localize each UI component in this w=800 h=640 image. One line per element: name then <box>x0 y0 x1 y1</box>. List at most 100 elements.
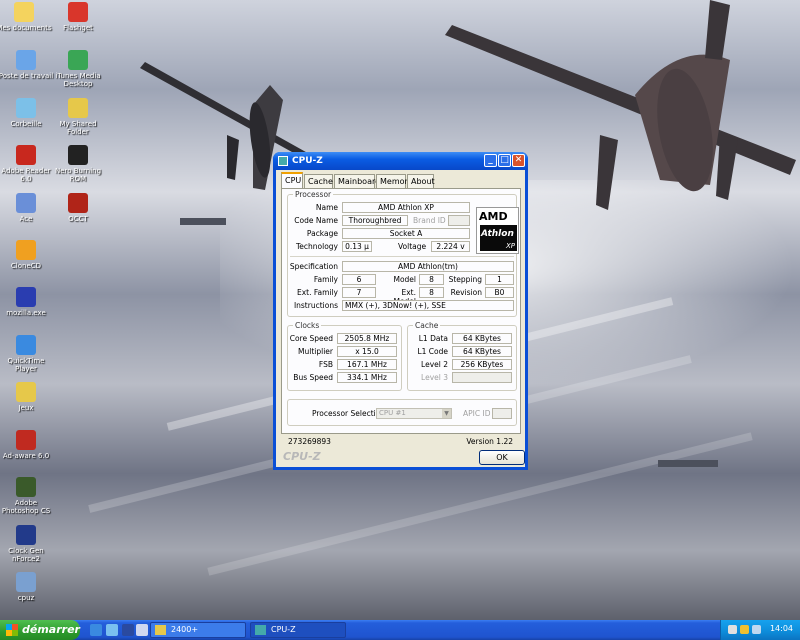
desktop-icon-flashget[interactable]: Flashget <box>48 2 108 32</box>
tab-mainboard[interactable]: Mainboard <box>334 174 380 188</box>
maximize-button[interactable]: □ <box>498 154 511 167</box>
desktop-icon-occt[interactable]: OCCT <box>48 193 108 223</box>
xp-logo-text: XP <box>505 242 515 250</box>
internet-explorer-icon[interactable] <box>90 624 102 636</box>
processor-selection-dropdown[interactable]: CPU #1 ▼ <box>376 408 452 419</box>
close-button[interactable]: ✕ <box>512 154 525 167</box>
multiplier-field: x 15.0 <box>337 346 397 357</box>
folder-icon <box>155 625 166 635</box>
cpuz-app-icon <box>278 156 288 166</box>
volume-icon[interactable] <box>752 625 761 634</box>
taskbar-button-2400[interactable]: 2400+ <box>150 622 246 638</box>
desktop-icon-label: Adobe Photoshop CS <box>1 499 51 515</box>
minimize-button[interactable]: _ <box>484 154 497 167</box>
desktop-icon-label: Flashget <box>63 24 93 32</box>
tray-icon[interactable] <box>728 625 737 634</box>
cache-group-label: Cache <box>413 321 441 330</box>
desktop-icon-label: Ace <box>19 215 33 223</box>
nero-icon <box>68 145 88 165</box>
desktop-icon-label: Jeux <box>18 404 34 412</box>
system-tray: 14:04 <box>720 620 800 640</box>
desktop-icon-quicktime[interactable]: QuickTime Player <box>0 335 56 373</box>
selection-group: Processor Selection CPU #1 ▼ APIC ID <box>287 399 517 426</box>
documents-folder-icon <box>14 2 34 22</box>
desktop-icon-clockgen[interactable]: Clock Gen nForce2 <box>0 525 56 563</box>
processor-group: Processor Name AMD Athlon XP Code Name T… <box>287 190 519 317</box>
ok-button[interactable]: OK <box>479 450 525 465</box>
revision-label: Revision <box>450 288 482 297</box>
voltage-field: 2.224 v <box>431 241 470 252</box>
corespeed-label: Core Speed <box>289 334 333 343</box>
revision-field: B0 <box>485 287 514 298</box>
stepping-field: 1 <box>485 274 514 285</box>
desktop-icon-label: Clock Gen nForce2 <box>8 547 44 563</box>
processor-selection-value: CPU #1 <box>379 409 406 417</box>
desktop-icon-clonecd[interactable]: CloneCD <box>0 240 56 270</box>
desktop-icon-ad-aware[interactable]: Ad-aware 6.0 <box>0 430 56 460</box>
shared-folder-icon <box>68 98 88 118</box>
ship-image <box>658 460 718 467</box>
clocks-group-label: Clocks <box>293 321 322 330</box>
clockgen-icon <box>16 525 36 545</box>
window-titlebar[interactable]: CPU-Z _ □ ✕ <box>273 152 528 170</box>
status-id: 273269893 <box>288 437 331 446</box>
desktop-icon-cpuz[interactable]: cpuz <box>0 572 56 602</box>
ace-icon <box>16 193 36 213</box>
taskbar-button-label: CPU-Z <box>271 625 296 634</box>
processor-selection-label: Processor Selection <box>312 409 386 418</box>
desktop-icon-label: Nero Burning ROM <box>54 167 102 183</box>
fsb-field: 167.1 MHz <box>337 359 397 370</box>
athlon-logo-text: Athlon <box>481 229 514 239</box>
desktop-icon-mozilla[interactable]: mozilla.exe <box>0 287 56 317</box>
clock: 14:04 <box>769 624 793 633</box>
specification-label: Specification <box>289 262 338 271</box>
technology-field: 0.13 µ <box>342 241 372 252</box>
tab-cpu[interactable]: CPU <box>281 172 303 188</box>
desktop-icon-itunes[interactable]: iTunes Media Desktop <box>48 50 108 88</box>
chevron-down-icon: ▼ <box>442 409 451 418</box>
ad-aware-icon <box>16 430 36 450</box>
tab-memory[interactable]: Memory <box>376 174 413 188</box>
desktop-icon-photoshop[interactable]: Adobe Photoshop CS <box>0 477 56 515</box>
codename-label: Code Name <box>294 216 338 225</box>
l1code-label: L1 Code <box>417 347 448 356</box>
show-desktop-icon[interactable] <box>106 624 118 636</box>
busspeed-field: 334.1 MHz <box>337 372 397 383</box>
folder-icon <box>16 382 36 402</box>
apicid-field <box>492 408 512 419</box>
tab-about[interactable]: About <box>407 174 435 188</box>
level2-field: 256 KBytes <box>452 359 512 370</box>
tray-icon[interactable] <box>740 625 749 634</box>
desktop-icon-nero[interactable]: Nero Burning ROM <box>48 145 108 183</box>
package-field: Socket A <box>342 228 470 239</box>
tab-cache[interactable]: Cache <box>304 174 333 188</box>
apicid-label: APIC ID <box>463 409 491 418</box>
cpuz-app-icon <box>255 625 266 635</box>
instructions-field: MMX (+), 3DNow! (+), SSE <box>342 300 514 311</box>
l1data-label: L1 Data <box>418 334 448 343</box>
family-label: Family <box>313 275 338 284</box>
cpu-tab-panel: Processor Name AMD Athlon XP Code Name T… <box>281 188 521 434</box>
desktop-icon-my-shared-folder[interactable]: My Shared Folder <box>48 98 108 136</box>
desktop-icon-jeux[interactable]: Jeux <box>0 382 56 412</box>
clocks-group: Clocks Core Speed 2505.8 MHz Multiplier … <box>287 321 402 391</box>
l1data-field: 64 KBytes <box>452 333 512 344</box>
messenger-icon[interactable] <box>136 624 148 636</box>
desktop-icon-label: Ad-aware 6.0 <box>2 452 50 460</box>
windows-logo-icon <box>6 624 18 636</box>
fsb-label: FSB <box>318 360 333 369</box>
taskbar-button-cpuz[interactable]: CPU-Z <box>250 622 346 638</box>
instructions-label: Instructions <box>293 301 338 310</box>
start-label: démarrer <box>22 623 80 636</box>
media-player-icon[interactable] <box>122 624 134 636</box>
amd-logo-text: AMD <box>479 210 508 223</box>
stepping-label: Stepping <box>448 275 482 284</box>
processor-divider <box>290 256 514 257</box>
start-button[interactable]: démarrer <box>0 620 80 640</box>
desktop-icon-mes-documents[interactable]: Mes documents <box>0 2 54 32</box>
level3-field <box>452 372 512 383</box>
cpuz-window: CPU-Z _ □ ✕ CPU Cache Mainboard Memory A… <box>273 152 528 470</box>
recycle-bin-icon <box>16 98 36 118</box>
amd-athlon-xp-logo: AMD Athlon XP <box>476 207 519 254</box>
taskbar: démarrer 2400+ CPU-Z 14:04 <box>0 620 800 640</box>
